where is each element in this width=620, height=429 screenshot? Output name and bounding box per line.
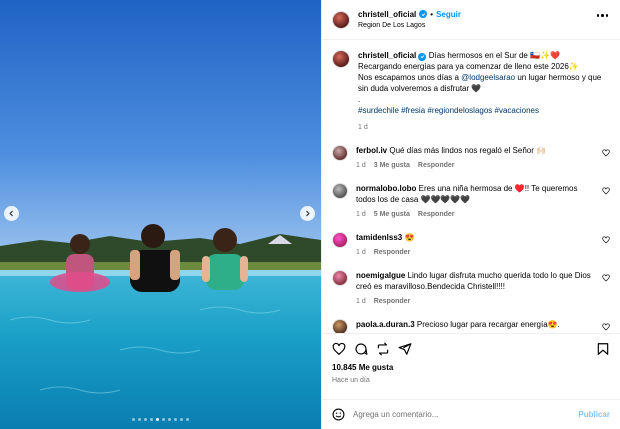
- comment-username[interactable]: paola.a.duran.3: [356, 320, 415, 329]
- caption-text: Días hermosos en el Sur de 🇨🇱✨❤️: [428, 51, 560, 60]
- mention-link[interactable]: @lodgeelsarao: [461, 73, 515, 82]
- action-bar: [322, 333, 620, 363]
- post-panel: christell_oficial • Seguir Region De Los…: [321, 0, 620, 429]
- carousel-dot: [168, 418, 171, 421]
- heart-icon[interactable]: [602, 187, 610, 195]
- carousel-dot: [174, 418, 177, 421]
- chevron-left-icon: [9, 210, 13, 217]
- author-username[interactable]: christell_oficial: [358, 9, 416, 20]
- bookmark-icon[interactable]: [596, 342, 610, 356]
- avatar[interactable]: [332, 232, 348, 248]
- carousel-dot: [162, 418, 165, 421]
- carousel-dot: [132, 418, 135, 421]
- comments-list[interactable]: christell_oficial Días hermosos en el Su…: [322, 40, 620, 333]
- comment-age: 1 d: [356, 162, 366, 169]
- carousel-dot: [156, 418, 159, 421]
- chevron-right-icon: [306, 210, 310, 217]
- likes-count[interactable]: 10.845 Me gusta: [322, 363, 620, 375]
- avatar[interactable]: [332, 183, 348, 199]
- verified-icon: [419, 10, 428, 18]
- location-link[interactable]: Region De Los Lagos: [358, 20, 461, 31]
- comment: normalobo.lobo Eres una niña hermosa de …: [332, 183, 610, 220]
- avatar[interactable]: [332, 270, 348, 286]
- carousel-dot: [138, 418, 141, 421]
- comment: ferbol.iv Qué días más lindos nos regaló…: [332, 145, 610, 171]
- comment-input[interactable]: Agrega un comentario...: [353, 410, 570, 419]
- carousel-dot: [150, 418, 153, 421]
- share-icon[interactable]: [398, 342, 412, 356]
- carousel-dot: [180, 418, 183, 421]
- verified-icon: [418, 52, 427, 61]
- avatar[interactable]: [332, 10, 350, 29]
- emoji-icon[interactable]: [332, 408, 345, 421]
- heart-icon[interactable]: [602, 149, 610, 157]
- carousel-prev-button[interactable]: [4, 206, 19, 221]
- comment: noemigalgue Lindo lugar disfruta mucho q…: [332, 270, 610, 307]
- comment-text: Qué días más lindos nos regaló el Señor …: [389, 146, 547, 155]
- publish-button[interactable]: Publicar: [578, 410, 610, 419]
- pool-photo: [0, 0, 321, 429]
- caption: christell_oficial Días hermosos en el Su…: [332, 50, 610, 133]
- post-media[interactable]: [0, 0, 321, 429]
- separator: •: [430, 9, 434, 19]
- caption-text: .: [358, 95, 361, 104]
- comment-age: 1 d: [356, 211, 366, 218]
- comment-text: Precioso lugar para recargar energía😍.: [416, 320, 560, 329]
- comment-age: 1 d: [356, 298, 366, 305]
- caption-text: Recargando energías para ya comenzar de …: [358, 62, 579, 71]
- caption-username[interactable]: christell_oficial: [358, 51, 416, 60]
- carousel-indicator: [0, 418, 321, 421]
- comment-likes[interactable]: 5 Me gusta: [374, 209, 410, 220]
- comment-username[interactable]: noemigalgue: [356, 271, 405, 280]
- follow-button[interactable]: Seguir: [436, 9, 461, 20]
- reply-button[interactable]: Responder: [418, 160, 455, 171]
- carousel-dot: [186, 418, 189, 421]
- comment-username[interactable]: normalobo.lobo: [356, 184, 416, 193]
- reply-button[interactable]: Responder: [418, 209, 455, 220]
- heart-icon[interactable]: [602, 274, 610, 282]
- heart-icon[interactable]: [602, 323, 610, 331]
- reply-button[interactable]: Responder: [374, 296, 411, 307]
- reply-button[interactable]: Responder: [374, 247, 411, 258]
- avatar[interactable]: [332, 145, 348, 161]
- comment-username[interactable]: ferbol.iv: [356, 146, 387, 155]
- carousel-next-button[interactable]: [300, 206, 315, 221]
- comment-username[interactable]: tamidenlss3: [356, 233, 402, 242]
- add-comment-bar: Agrega un comentario... Publicar: [322, 399, 620, 429]
- heart-icon[interactable]: [602, 236, 610, 244]
- comment-likes[interactable]: 3 Me gusta: [374, 160, 410, 171]
- caption-age: 1 d: [358, 124, 368, 131]
- heart-icon[interactable]: [332, 342, 346, 356]
- comment-text: 😍: [404, 233, 415, 242]
- comment: tamidenlss3 😍 1 d Responder: [332, 232, 610, 258]
- comment: paola.a.duran.3 Precioso lugar para reca…: [332, 319, 610, 333]
- repost-icon[interactable]: [376, 342, 390, 356]
- carousel-dot: [144, 418, 147, 421]
- comment-age: 1 d: [356, 249, 366, 256]
- caption-text: Nos escapamos unos días a: [358, 73, 462, 82]
- hashtags[interactable]: #surdechile #fresia #regiondeloslagos #v…: [358, 106, 539, 115]
- post-header: christell_oficial • Seguir Region De Los…: [322, 0, 620, 40]
- post-time: Hace un día: [332, 377, 370, 384]
- avatar[interactable]: [332, 319, 348, 333]
- avatar[interactable]: [332, 50, 350, 68]
- comment-icon[interactable]: [354, 342, 368, 356]
- more-icon[interactable]: [596, 14, 608, 17]
